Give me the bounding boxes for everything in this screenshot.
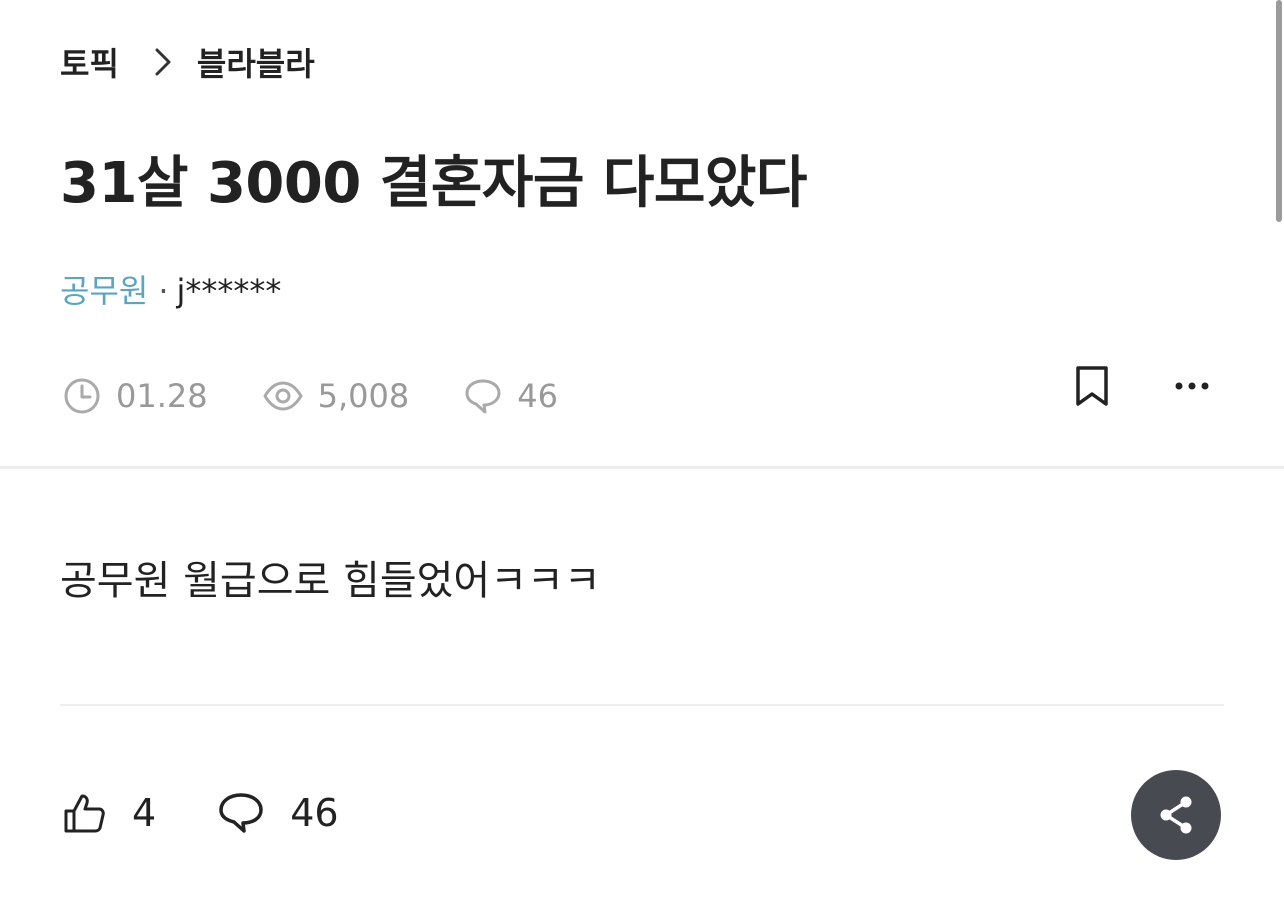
scrollbar[interactable] (1274, 0, 1284, 225)
author-line: 공무원 · j****** (60, 266, 281, 312)
post-meta: 01.28 5,008 46 (62, 372, 612, 420)
like-count: 4 (132, 791, 157, 835)
post-date-value: 01.28 (116, 377, 208, 415)
eye-icon (263, 381, 303, 411)
chevron-right-icon (153, 46, 173, 78)
post-comment-count-value: 46 (517, 377, 558, 415)
scrollbar-thumb[interactable] (1276, 0, 1282, 222)
speech-bubble-icon (219, 793, 263, 833)
thumbs-up-icon (64, 794, 105, 833)
more-button[interactable] (1160, 358, 1224, 414)
post-page: 토픽 블라블라 31살 3000 결혼자금 다모았다 공무원 · j****** 0… (0, 0, 1284, 909)
breadcrumb-root[interactable]: 토픽 (60, 39, 119, 85)
author-company[interactable]: 공무원 (60, 272, 148, 310)
bookmark-button[interactable] (1060, 358, 1124, 414)
post-views-value: 5,008 (317, 377, 410, 415)
post-body: 공무원 월급으로 힘들었어ㅋㅋㅋ (60, 558, 601, 604)
section-divider (0, 466, 1284, 469)
post-actions (1060, 358, 1224, 414)
share-icon (1160, 796, 1192, 834)
content-divider (60, 704, 1224, 706)
reaction-bar: 4 46 (62, 784, 401, 842)
author-nickname: j****** (176, 272, 282, 310)
author-separator: · (158, 272, 169, 310)
breadcrumb: 토픽 블라블라 (60, 40, 315, 84)
post-title: 31살 3000 결혼자금 다모았다 (60, 151, 807, 216)
breadcrumb-topic[interactable]: 블라블라 (197, 39, 315, 85)
post-views: 5,008 (262, 376, 410, 416)
like-button[interactable]: 4 (62, 791, 156, 835)
bookmark-icon (1076, 366, 1108, 406)
comment-button[interactable]: 46 (218, 791, 339, 835)
speech-bubble-icon (465, 379, 501, 414)
post-date: 01.28 (62, 376, 208, 416)
more-dots-icon (1175, 382, 1209, 390)
post-comment-count: 46 (463, 376, 558, 416)
comment-count: 46 (290, 791, 339, 835)
clock-icon (64, 378, 100, 414)
share-button[interactable] (1131, 770, 1221, 860)
